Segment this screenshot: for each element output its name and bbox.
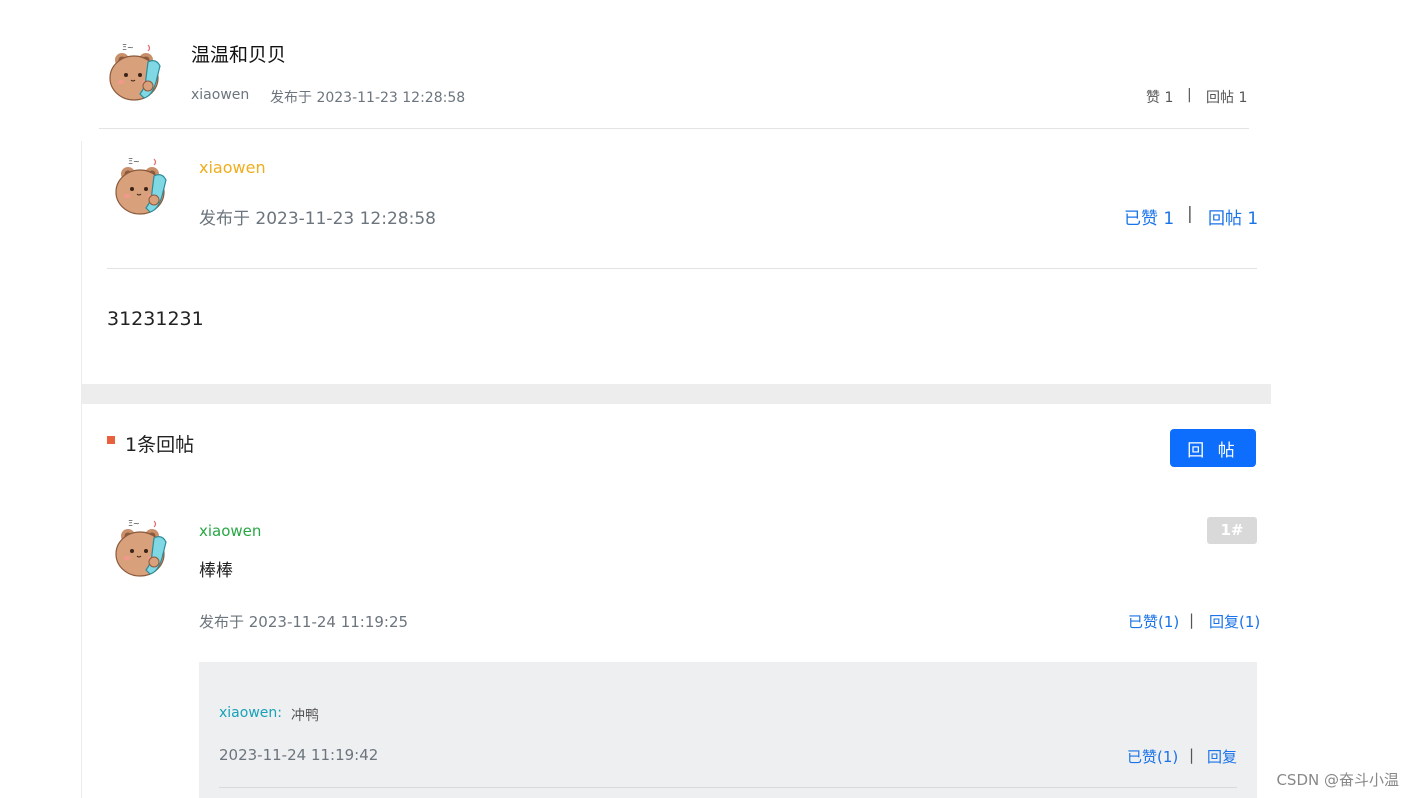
post-separator: | <box>1187 204 1193 224</box>
thread-published-time: 发布于 2023-11-23 12:28:58 <box>270 90 466 106</box>
thread-separator: | <box>1187 87 1192 103</box>
section-marker-icon <box>107 436 115 444</box>
post-reply-link[interactable]: 回帖 1 <box>1208 204 1258 229</box>
thread-author-avatar <box>109 42 161 101</box>
comment-like-link[interactable]: 已赞(1) <box>1127 746 1178 767</box>
post-content: 31231231 <box>107 308 204 330</box>
comment-reply-link[interactable]: 回复 <box>1207 746 1237 767</box>
thread-title: 温温和贝贝 <box>191 44 287 66</box>
thread-author[interactable]: xiaowen <box>191 87 249 103</box>
reply-content: 棒棒 <box>199 561 233 581</box>
reply-author-name[interactable]: xiaowen <box>199 522 261 540</box>
thread-reply-count: 回帖 1 <box>1206 90 1248 106</box>
comment-author-name[interactable]: xiaowen: <box>219 705 282 721</box>
reply-published-time: 发布于 2023-11-24 11:19:25 <box>199 613 409 631</box>
comment-divider <box>219 787 1237 788</box>
post-like-link[interactable]: 已赞 1 <box>1124 204 1174 229</box>
reply-button[interactable]: 回 帖 <box>1170 429 1256 467</box>
comment-box <box>199 662 1257 798</box>
section-gap <box>82 384 1271 404</box>
replies-heading: 1条回帖 <box>125 434 195 456</box>
post-divider <box>107 268 1257 269</box>
thread-like-count: 赞 1 <box>1146 90 1174 106</box>
reply-reply-link[interactable]: 回复(1) <box>1209 611 1260 632</box>
comment-content: 冲鸭 <box>291 708 319 724</box>
post-published-time: 发布于 2023-11-23 12:28:58 <box>199 209 436 229</box>
watermark: CSDN @奋斗小温 <box>1276 771 1399 789</box>
header-divider <box>99 128 1249 129</box>
comment-time: 2023-11-24 11:19:42 <box>219 746 379 764</box>
comment-separator: | <box>1189 746 1195 764</box>
reply-author-avatar <box>115 518 167 577</box>
content-left-border <box>81 141 82 798</box>
post-author-avatar <box>115 156 167 215</box>
reply-separator: | <box>1189 611 1195 629</box>
reply-like-link[interactable]: 已赞(1) <box>1128 611 1179 632</box>
post-author-name[interactable]: xiaowen <box>199 158 266 177</box>
floor-badge: 1# <box>1207 517 1257 544</box>
